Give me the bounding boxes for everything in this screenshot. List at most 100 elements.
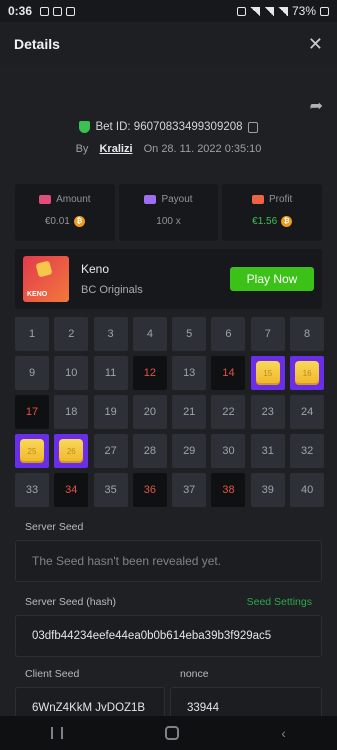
keno-cell: 14 [211,356,246,390]
keno-cell: 20 [132,395,167,429]
keno-cell: 4 [132,317,167,351]
gem-icon: 16 [295,361,320,385]
keno-cell: 9 [15,356,49,390]
status-time: 0:36 [8,4,33,18]
keno-cell: 26 [54,434,89,468]
server-seed-field: The Seed hasn't been revealed yet. [15,540,322,582]
thumbnail-text: KENO [27,291,48,298]
game-card: KENO Keno BC Originals Play Now [15,249,322,309]
keno-cell: 7 [250,317,285,351]
home-icon[interactable] [165,726,180,740]
play-now-button[interactable]: Play Now [230,267,314,291]
keno-cell: 37 [172,473,207,507]
gem-icon: 25 [20,439,44,463]
keno-cell: 18 [54,395,89,429]
bitcoin-icon: ₿ [281,216,293,227]
profit-value: €1.56 [252,216,278,227]
keno-cell: 38 [211,473,246,507]
stat-amount: Amount €0.01 ₿ [15,184,115,241]
game-thumbnail[interactable]: KENO [23,256,69,302]
keno-cell: 13 [172,356,207,390]
stat-payout: Payout 100 x [118,184,219,241]
keno-cell: 31 [250,434,285,468]
nonce-label: nonce [180,668,209,680]
profit-label: Profit [269,194,293,205]
battery-text: 73% [291,4,316,18]
signal-icon [263,6,274,16]
server-seed-value: The Seed hasn't been revealed yet. [32,554,222,568]
seed-settings-link[interactable]: Seed Settings [247,596,312,608]
keno-cell: 28 [132,434,167,468]
keno-cell: 27 [93,434,128,468]
keno-cell: 24 [290,395,325,429]
keno-cell: 8 [290,317,325,351]
keno-cell: 39 [250,473,285,507]
user-link[interactable]: Kralizi [99,143,132,155]
keno-cell: 23 [250,395,285,429]
close-icon[interactable]: ✕ [308,34,323,55]
details-header: Details ✕ [0,22,337,66]
game-name: Keno [81,262,110,276]
on-label: On [143,143,159,155]
details-content: ➦ Bet ID: 96070833499309208 By Kralizi O… [0,66,337,729]
server-hash-value: 03dfb44234eefe44ea0b0b614eba39b3f929ac5 [32,630,272,642]
signal-icon-2 [277,6,288,16]
amount-label: Amount [56,194,91,205]
keno-cell: 17 [15,395,49,429]
amount-icon [39,195,52,204]
bet-date: 28. 11. 2022 0:35:10 [161,143,262,155]
client-seed-label: Client Seed [25,668,80,680]
keno-cell: 40 [290,473,325,507]
server-hash-field: 03dfb44234eefe44ea0b0b614eba39b3f929ac5 [15,615,322,657]
keno-cell: 35 [93,473,128,507]
game-provider: BC Originals [81,284,143,296]
server-seed-label: Server Seed [25,521,84,533]
back-icon[interactable]: ‹ [281,725,286,741]
keno-cell: 34 [54,473,89,507]
payout-label: Payout [161,194,193,205]
keno-cell: 12 [132,356,167,390]
keno-cell: 29 [172,434,207,468]
instagram-icon [53,6,63,16]
keno-cell: 30 [211,434,246,468]
keno-cell: 21 [172,395,207,429]
profit-icon [252,195,264,204]
share-icon[interactable]: ➦ [310,96,323,116]
page-title: Details [14,36,60,52]
alarm-icon [236,6,246,16]
server-hash-label: Server Seed (hash) [25,596,117,608]
keno-cell: 33 [15,473,49,507]
stat-profit: Profit €1.56 ₿ [222,184,323,241]
keno-cell: 25 [15,434,49,468]
bet-stats: Amount €0.01 ₿ Payout 100 x Profit €1.56 ₿ [15,184,323,241]
copy-icon[interactable] [247,121,258,133]
client-seed-value: 6WnZ4KkM JvDOZ1B [32,702,146,714]
keno-cell: 16 [290,356,325,390]
nonce-value: 33944 [187,702,219,714]
battery-icon [320,6,329,16]
keno-cell: 10 [54,356,89,390]
keno-cell: 2 [54,317,89,351]
by-label: By [75,143,89,155]
status-bar: 0:36 73% [0,0,337,22]
shield-icon [79,121,91,133]
amount-value: €0.01 [44,216,70,227]
gallery-icon [40,6,50,16]
gem-icon: 26 [59,439,84,463]
keno-cell: 36 [132,473,167,507]
keno-grid: 1 2 3 4 5 6 7 8 9 10 11 12 13 14 15 16 17 18 19 20 21 22 23 24 2… [15,317,325,507]
keno-cell: 15 [250,356,285,390]
keno-cell: 1 [15,317,49,351]
bet-byline: By Kralizi On 28. 11. 2022 0:35:10 [0,143,337,155]
wifi-icon [249,6,260,16]
bitcoin-icon: ₿ [73,216,85,227]
keno-cell: 11 [93,356,128,390]
keno-cell: 22 [211,395,246,429]
gem-icon: 15 [255,361,280,385]
recent-apps-icon[interactable] [51,727,64,739]
instagram-icon-2 [66,6,76,16]
payout-icon [144,195,157,204]
system-nav-bar: ‹ [0,716,337,750]
bet-id: Bet ID: 96070833499309208 [95,121,243,133]
keno-cell: 6 [211,317,246,351]
